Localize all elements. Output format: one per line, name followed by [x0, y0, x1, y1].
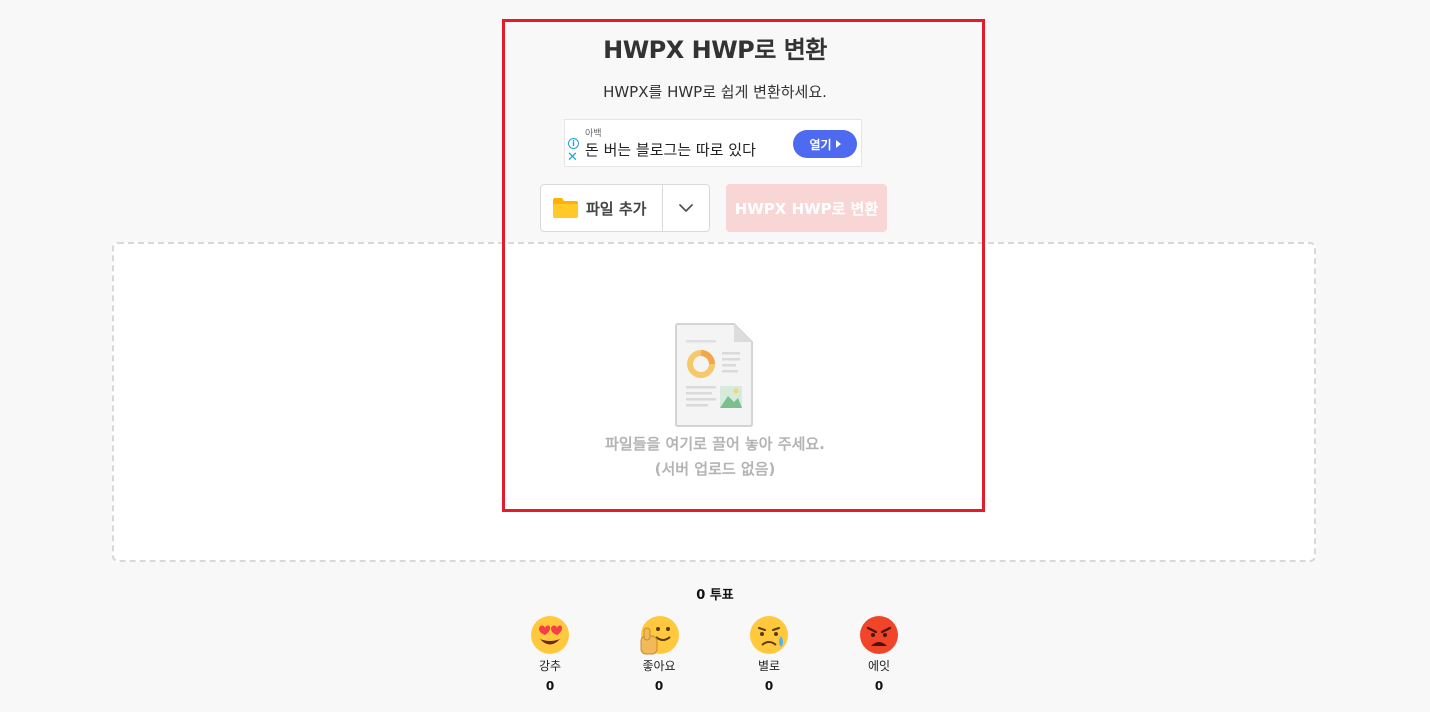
folder-icon: [553, 198, 578, 218]
reaction-ugh[interactable]: 에잇 0: [849, 614, 909, 693]
play-arrow-icon: [835, 140, 841, 148]
angry-emoji-icon: [860, 616, 898, 654]
reaction-count: 0: [764, 679, 774, 693]
vote-count: 0 투표: [696, 588, 734, 603]
reaction-bar: 강추 0 좋아요 0 별로 0 에잇 0: [520, 614, 908, 704]
reaction-strongly-recommend[interactable]: 강추 0: [520, 614, 580, 693]
sad-emoji-icon: [750, 616, 788, 654]
reaction-count: 0: [654, 679, 664, 693]
thumbs-up-emoji-icon: [640, 616, 679, 655]
reaction-count: 0: [545, 679, 555, 693]
heart-eyes-emoji-icon: [531, 616, 569, 654]
add-file-control: 파일 추가: [540, 184, 710, 232]
reaction-label: 별로: [757, 659, 781, 673]
document-icon: [675, 323, 753, 427]
ad-brand: 아백: [585, 129, 602, 139]
reaction-count: 0: [874, 679, 884, 693]
reaction-label: 에잇: [867, 659, 891, 673]
ad-open-button[interactable]: 열기: [793, 130, 857, 158]
drop-zone-text: 파일들을 여기로 끌어 놓아 주세요. (서버 업로드 없음): [0, 432, 1430, 482]
add-file-label: 파일 추가: [586, 199, 647, 218]
convert-button[interactable]: HWPX HWP로 변환: [726, 184, 887, 232]
drop-zone-line2: (서버 업로드 없음): [654, 460, 776, 478]
ad-close-icon[interactable]: ✕: [567, 151, 578, 165]
reaction-label: 좋아요: [642, 659, 676, 673]
page-subtitle: HWPX를 HWP로 쉽게 변환하세요.: [603, 83, 827, 101]
ad-info-icon[interactable]: i: [568, 138, 579, 149]
reaction-meh[interactable]: 별로 0: [739, 614, 799, 693]
add-file-dropdown[interactable]: [663, 185, 709, 231]
reaction-label: 강추: [538, 659, 562, 673]
reaction-like[interactable]: 좋아요 0: [629, 614, 689, 693]
add-file-button[interactable]: 파일 추가: [541, 185, 663, 231]
ad-banner[interactable]: i ✕ 아백 돈 버는 블로그는 따로 있다 열기: [564, 119, 862, 167]
chevron-down-icon: [679, 204, 693, 212]
ad-open-label: 열기: [809, 137, 832, 152]
page-title: HWPX HWP로 변환: [603, 36, 827, 64]
drop-zone-line1: 파일들을 여기로 끌어 놓아 주세요.: [605, 435, 825, 453]
ad-text[interactable]: 돈 버는 블로그는 따로 있다: [585, 139, 756, 160]
